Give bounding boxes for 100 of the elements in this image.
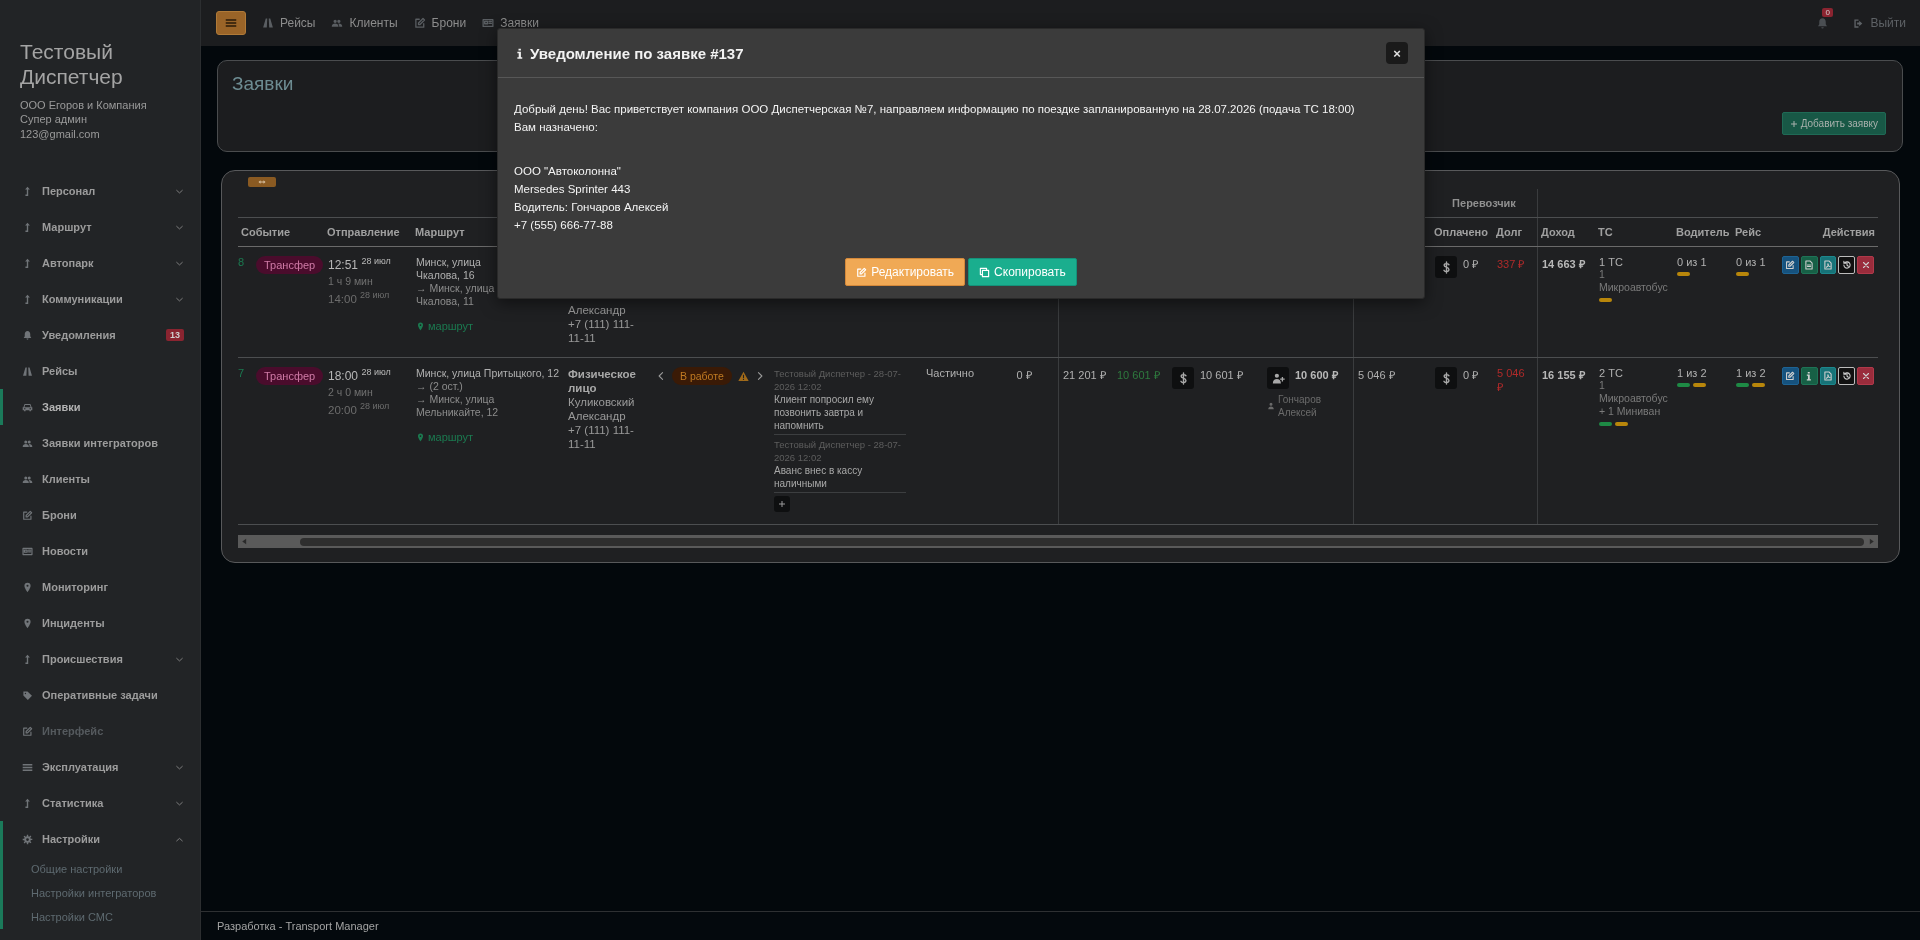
history-button[interactable]	[1838, 367, 1856, 385]
sidebar-item[interactable]: Брони	[0, 497, 200, 534]
message-line: ООО "Автоколонна"	[514, 164, 622, 179]
road-icon	[262, 17, 274, 29]
submenu-item[interactable]: Общие настройки	[0, 857, 200, 882]
map-pin-icon	[416, 432, 425, 442]
table-cell: 14 663 ₽	[1542, 258, 1585, 270]
sidebar-item[interactable]: Автопарк	[0, 245, 200, 282]
horizontal-scrollbar[interactable]	[238, 535, 1878, 548]
route-link[interactable]: маршрут	[416, 320, 474, 332]
sidebar-item[interactable]: Оперативные задачи	[0, 677, 200, 714]
history-icon	[1841, 371, 1852, 381]
pdf-button[interactable]	[1819, 256, 1837, 274]
sidebar-item[interactable]: Новости	[0, 533, 200, 570]
sidebar-item[interactable]: Заявки интеграторов	[0, 425, 200, 462]
sidebar-item[interactable]: Инциденты	[0, 605, 200, 642]
column-header: ТС	[1598, 226, 1613, 238]
driver-count: 0 из 1	[1677, 256, 1708, 268]
chevron-left-icon[interactable]	[656, 371, 666, 381]
route-link[interactable]: маршрут	[416, 431, 474, 443]
dialog-title: Уведомление по заявке #137	[530, 44, 745, 62]
client-info: +7 (111) 111-11-11	[568, 317, 635, 345]
menu-button[interactable]	[216, 11, 246, 35]
footer-text: Разработка - Transport Manager	[217, 920, 379, 932]
pdf-icon	[1823, 260, 1833, 270]
expand-columns-button[interactable]	[248, 177, 276, 187]
client-info: Куликовский Александр	[568, 395, 636, 423]
pdf-button[interactable]	[1819, 367, 1837, 385]
column-header: Долг	[1496, 226, 1522, 238]
event-badge: Трансфер	[256, 256, 324, 274]
arrows-horizontal-icon	[257, 178, 267, 186]
tag-icon	[22, 689, 33, 701]
table-cell: 10 601 ₽	[1117, 369, 1160, 381]
nav-link[interactable]: Рейсы	[262, 16, 316, 30]
comment-text: Клиент попросил ему позвонить завтра и напомнить	[774, 393, 875, 432]
user-plus-icon	[1271, 371, 1285, 385]
assign-driver-button[interactable]	[1267, 367, 1289, 389]
history-button[interactable]	[1838, 256, 1856, 274]
document-button[interactable]	[1800, 256, 1818, 274]
trip-duration: 1 ч 9 мин	[328, 275, 374, 287]
users-icon	[331, 17, 344, 29]
vehicle-count: 1 ТС	[1599, 256, 1624, 268]
sidebar-item[interactable]: Происшествия	[0, 641, 200, 678]
sidebar-item[interactable]: Эксплуатация	[0, 749, 200, 786]
comment-text: Аванс внес в кассу наличными	[774, 464, 864, 490]
users-icon	[22, 437, 33, 449]
sidebar-item[interactable]: Заявки	[0, 389, 200, 426]
sidebar-item[interactable]: Клиенты	[0, 461, 200, 498]
plus-icon	[1789, 119, 1798, 128]
user-icon	[1267, 402, 1275, 410]
user-info: Супер админ	[20, 112, 88, 127]
sidebar-item[interactable]: Настройки	[0, 821, 200, 858]
sidebar-item[interactable]: Маршрут	[0, 209, 200, 246]
nav-link[interactable]: Брони	[413, 16, 467, 30]
count-badge: 13	[166, 329, 184, 342]
users-icon	[22, 473, 33, 485]
trip-count: 0 из 1	[1736, 256, 1767, 268]
map-pin-icon	[416, 321, 425, 331]
sidebar-item[interactable]: Статистика	[0, 785, 200, 822]
road-icon	[22, 365, 33, 377]
edit-button[interactable]	[1782, 256, 1799, 274]
history-icon	[1841, 260, 1852, 270]
bell-icon	[22, 329, 33, 341]
x-icon	[1860, 260, 1871, 270]
route-stop: → Минск, улица Мельникайте, 12	[416, 393, 500, 419]
info-button[interactable]	[1800, 367, 1818, 385]
add-comment-button[interactable]	[774, 496, 790, 512]
payment-button[interactable]	[1435, 256, 1457, 278]
copy-icon	[979, 266, 991, 278]
sidebar-item[interactable]: Коммуникации	[0, 281, 200, 318]
payment-button[interactable]	[1435, 367, 1457, 389]
driver-count: 1 из 2	[1677, 367, 1708, 379]
message-line: Добрый день! Вас приветствует компания ООО Диспетчерская №7, направляем информацию по поездке запланированную на 28.07.2026 (подача ТС 18:00)	[514, 102, 1356, 117]
triangle-left-icon	[240, 537, 249, 546]
close-button[interactable]: ×	[1386, 42, 1408, 64]
driver-name: Гончаров Алексей	[1278, 393, 1323, 419]
payment-button[interactable]	[1172, 367, 1194, 389]
table-cell-text: 10 601 ₽	[1200, 368, 1243, 382]
add-request-button[interactable]: Добавить заявку	[1781, 112, 1886, 135]
trip-duration: 2 ч 0 мин	[328, 386, 374, 398]
nav-link[interactable]: Заявки	[482, 16, 539, 30]
edit-button[interactable]	[1782, 367, 1799, 385]
status-badge[interactable]: В работе	[672, 367, 732, 385]
comment-meta: Тестовый Диспетчер - 28-07-2026 12:02	[774, 367, 903, 393]
notification-badge: 0	[1822, 7, 1833, 17]
departure-time: 12:51 $^{28 июл}$	[328, 256, 392, 272]
sidebar-item[interactable]: Уведомления 13	[0, 317, 200, 354]
sidebar-item[interactable]: Мониторинг	[0, 569, 200, 606]
delete-button[interactable]	[1857, 367, 1874, 385]
client-info: +7 (111) 111-11-11	[568, 423, 635, 451]
nav-link[interactable]: Клиенты	[331, 16, 398, 30]
arrival-time: 20:00 $^{28 июл}$	[328, 401, 391, 416]
delete-button[interactable]	[1857, 256, 1874, 274]
map-pin-icon	[22, 581, 33, 593]
message-line: +7 (555) 666-77-88	[514, 218, 614, 233]
trip-count: 1 из 2	[1736, 367, 1767, 379]
sidebar-item[interactable]: Рейсы	[0, 353, 200, 390]
sidebar-item[interactable]: Персонал	[0, 173, 200, 210]
pdf-icon	[1823, 371, 1833, 381]
route-stop: → (2 ост.)	[416, 380, 464, 393]
